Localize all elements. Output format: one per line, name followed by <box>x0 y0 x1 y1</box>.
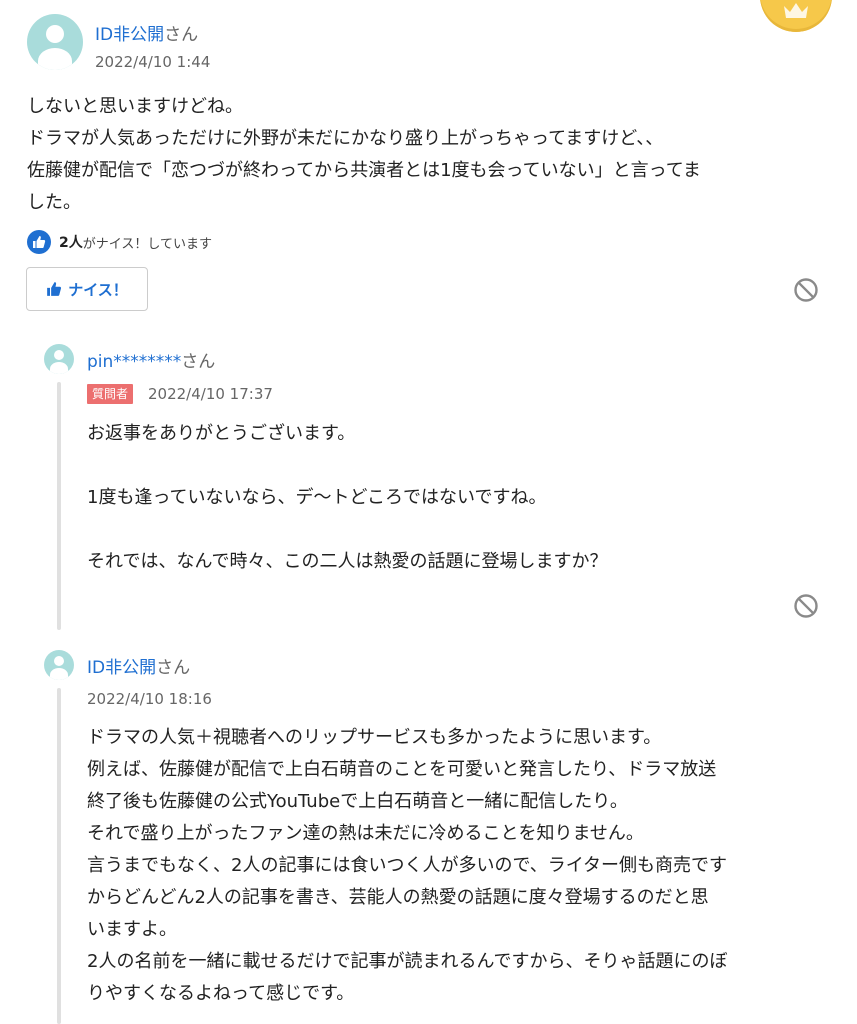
thread-line <box>57 382 61 630</box>
default-user-avatar-icon[interactable] <box>27 14 83 70</box>
nice-count: 2人 がナイス！しています <box>27 230 212 254</box>
thumbs-up-icon <box>27 230 51 254</box>
reply2-user-name[interactable]: ID非公開さん <box>87 653 190 678</box>
qa-answer-page: ID非公開さん 2022/4/10 1:44 しないと思いますけどね。 ドラマが… <box>0 0 857 1024</box>
answer-body: しないと思いますけどね。 ドラマが人気あっただけに外野が未だにかなり盛り上がっち… <box>27 96 701 213</box>
report-ban-icon[interactable] <box>793 277 819 303</box>
nice-count-number: 2人 <box>59 235 83 251</box>
reply1-user-name[interactable]: pin********さん <box>87 347 215 372</box>
nice-button-label: ナイス！ <box>68 280 128 299</box>
answer-date: 2022/4/10 1:44 <box>95 53 211 71</box>
thumbs-up-icon <box>47 282 62 296</box>
reply2-body: ドラマの人気＋視聴者へのリップサービスも多かったように思います。 例えば、佐藤健… <box>87 727 728 1004</box>
thread-line <box>57 688 61 1024</box>
reply1-body: お返事をありがとうございます。 1度も逢っていないなら、デ〜トどころではないです… <box>87 423 608 572</box>
answer-user-name[interactable]: ID非公開さん <box>95 20 198 45</box>
nice-button[interactable]: ナイス！ <box>26 267 148 311</box>
reply2-date: 2022/4/10 18:16 <box>87 690 212 708</box>
reply1-date: 2022/4/10 17:37 <box>148 385 273 403</box>
default-user-avatar-icon[interactable] <box>44 344 74 374</box>
questioner-badge: 質問者 <box>87 384 134 404</box>
crown-icon <box>784 3 808 18</box>
report-ban-icon[interactable] <box>793 593 819 619</box>
default-user-avatar-icon[interactable] <box>44 650 74 680</box>
nice-count-text: がナイス！しています <box>82 236 212 252</box>
best-answer-badge <box>760 0 832 32</box>
